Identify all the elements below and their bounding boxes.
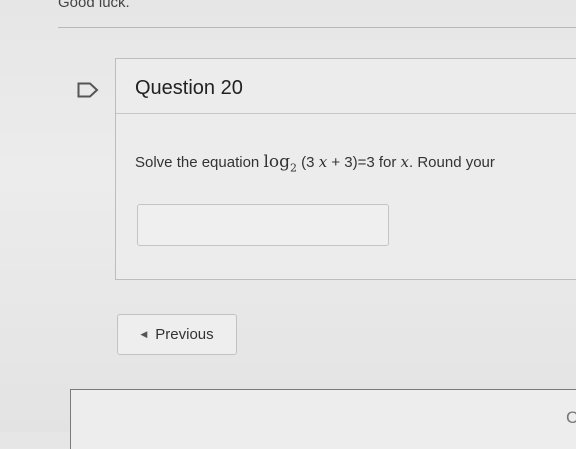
question-prompt: Solve the equation log2 (3 x + 3)=3 for …: [135, 152, 495, 174]
top-divider: [58, 27, 576, 28]
prompt-round: . Round your: [409, 154, 495, 171]
prompt-var-x: x: [400, 153, 410, 171]
good-luck-text: Good luck.: [58, 0, 130, 11]
question-card: Question 20 Solve the equation log2 (3 x…: [115, 58, 576, 280]
math-rest: + 3)=3: [327, 154, 375, 171]
previous-label: Previous: [155, 326, 214, 343]
prompt-for: for: [374, 154, 401, 171]
partial-text: C: [566, 408, 576, 427]
next-question-card: C: [70, 389, 576, 449]
question-header: Question 20: [116, 59, 576, 114]
caret-left-icon: ◀: [140, 329, 148, 339]
math-var-x: x: [318, 153, 328, 171]
previous-button[interactable]: ◀ Previous: [117, 314, 237, 355]
flag-icon[interactable]: [77, 82, 99, 98]
math-base: 2: [290, 161, 297, 175]
question-title: Question 20: [135, 77, 243, 99]
prompt-intro: Solve the equation: [135, 154, 264, 171]
math-open: (3: [297, 154, 319, 171]
math-log: log2: [263, 152, 297, 175]
math-func: log: [263, 152, 290, 172]
answer-input[interactable]: [137, 204, 389, 246]
